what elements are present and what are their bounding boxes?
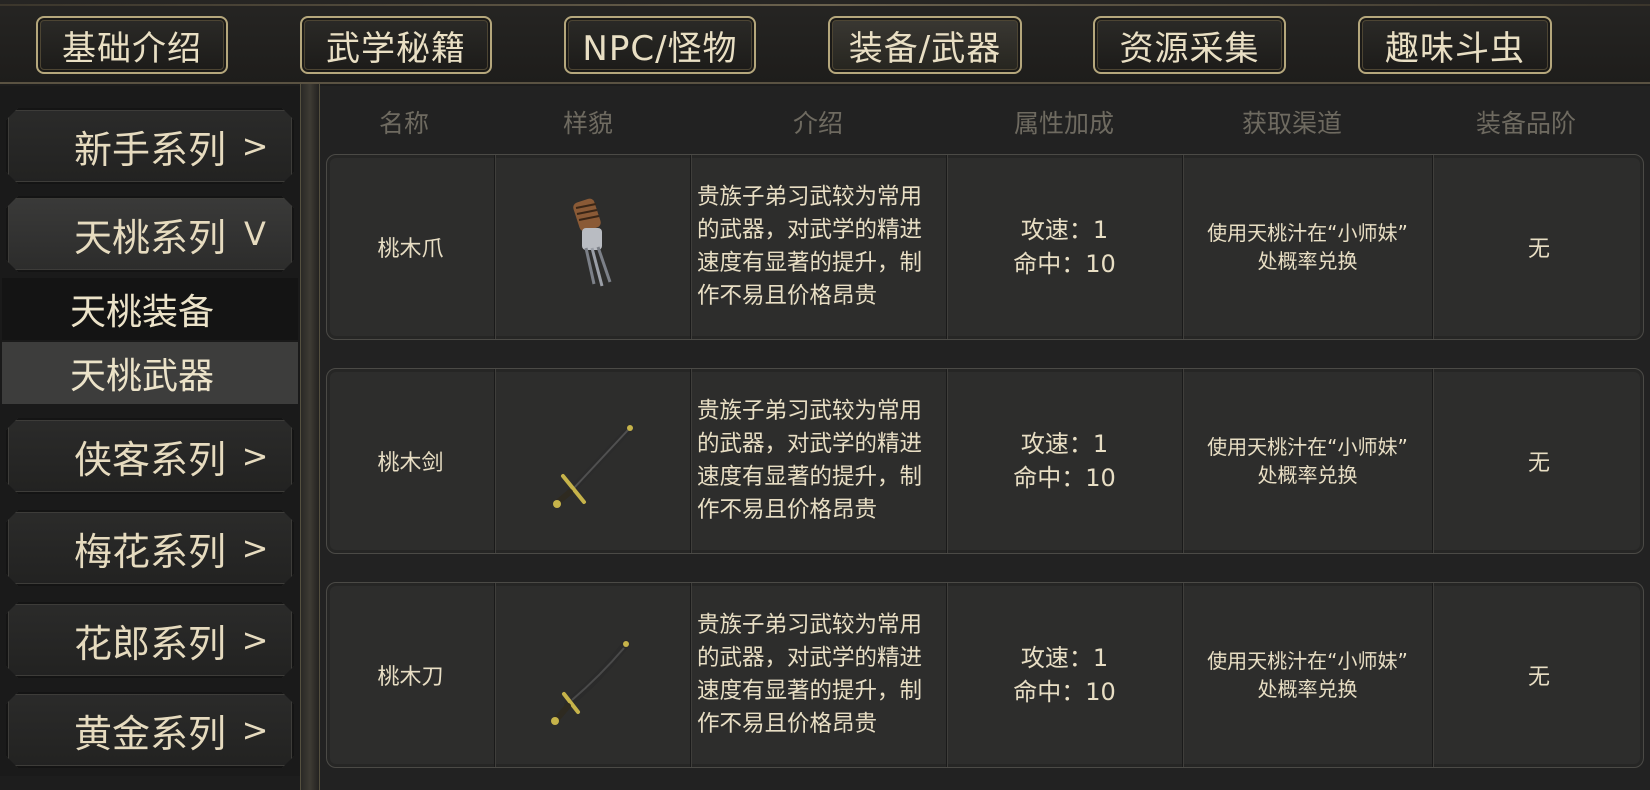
equipment-table: 名称 样貌 介绍 属性加成 获取渠道 装备品阶 桃木爪 贵族子弟习武较为常用 的… [320, 86, 1650, 790]
sidebar-item-label: 侠客系列 [73, 437, 226, 482]
table-row[interactable]: 桃木剑 贵族子弟习武较为常用 的武器，对武学的精进 速度有显著的提升，制 作不易… [326, 368, 1644, 554]
attr-speed: 攻速：1 [1020, 216, 1109, 244]
item-grade: 无 [1527, 237, 1550, 262]
chevron-right-icon: > [241, 437, 269, 475]
tab-bug-fighting[interactable]: 趣味斗虫 [1358, 16, 1552, 74]
header-source: 获取渠道 [1241, 109, 1342, 138]
sidebar-item-tiantao-series[interactable]: 天桃系列 V [6, 196, 294, 272]
description-line: 贵族子弟习武较为常用 [697, 184, 923, 210]
sidebar-item-label: 梅花系列 [73, 529, 226, 574]
item-description: 贵族子弟习武较为常用 的武器，对武学的精进 速度有显著的提升，制 作不易且价格昂… [691, 369, 948, 553]
description-line: 速度有显著的提升，制 [697, 250, 923, 276]
description-line: 速度有显著的提升，制 [697, 464, 923, 490]
item-description: 贵族子弟习武较为常用 的武器，对武学的精进 速度有显著的提升，制 作不易且价格昂… [691, 583, 948, 767]
header-appearance: 样貌 [562, 109, 613, 138]
item-source: 使用天桃汁在“小师妹” 处概率兑换 [1183, 155, 1434, 339]
item-attributes: 攻速：1 命中：10 [947, 369, 1184, 553]
sidebar-item-label: 新手系列 [73, 127, 226, 172]
chevron-right-icon: > [241, 529, 269, 567]
attr-hit: 命中：10 [1013, 250, 1116, 278]
item-source: 使用天桃汁在“小师妹” 处概率兑换 [1183, 583, 1434, 767]
category-sidebar: 新手系列 > 天桃系列 V 天桃装备 天桃武器 侠客系列 > 梅花系列 > 花郎… [0, 86, 302, 776]
header-grade: 装备品阶 [1475, 109, 1576, 138]
item-name: 桃木剑 [327, 369, 496, 553]
description-line: 的武器，对武学的精进 [697, 217, 923, 243]
item-grade: 无 [1527, 665, 1550, 690]
sidebar-item-meihua-series[interactable]: 梅花系列 > [6, 510, 294, 586]
description-line: 贵族子弟习武较为常用 [697, 398, 923, 424]
attr-hit: 命中：10 [1013, 678, 1116, 706]
sword-weapon-icon [552, 424, 633, 508]
item-appearance [495, 369, 692, 553]
table-row[interactable]: 桃木刀 贵族子弟习武较为常用 的武器，对武学的精进 速度有显著的提升，制 作不易… [326, 582, 1644, 768]
sidebar-item-label: 花郎系列 [73, 621, 226, 666]
sidebar-scroll-divider[interactable] [300, 84, 320, 790]
item-source: 使用天桃汁在“小师妹” 处概率兑换 [1183, 369, 1434, 553]
header-attributes: 属性加成 [1013, 109, 1114, 138]
item-attributes: 攻速：1 命中：10 [947, 583, 1184, 767]
table-row[interactable]: 桃木爪 贵族子弟习武较为常用 的武器，对武学的精进 速度有显著的提升，制 作不易… [326, 154, 1644, 340]
source-line: 使用天桃汁在“小师妹” [1207, 435, 1408, 459]
attr-hit: 命中：10 [1013, 464, 1116, 492]
sidebar-item-hualang-series[interactable]: 花郎系列 > [6, 602, 294, 678]
tab-resource-gathering[interactable]: 资源采集 [1093, 16, 1286, 74]
source-line: 使用天桃汁在“小师妹” [1207, 221, 1408, 245]
claw-weapon-icon [572, 198, 611, 287]
attr-speed: 攻速：1 [1020, 644, 1109, 672]
sidebar-item-label: 天桃系列 [73, 215, 226, 260]
sidebar-item-xiake-series[interactable]: 侠客系列 > [6, 418, 294, 494]
sidebar-subitem-tiantao-equipment[interactable]: 天桃装备 [2, 278, 298, 340]
item-appearance [495, 583, 692, 767]
description-line: 作不易且价格昂贵 [697, 711, 878, 737]
tab-npc-monsters[interactable]: NPC/怪物 [564, 16, 756, 74]
table-header: 名称 样貌 介绍 属性加成 获取渠道 装备品阶 [320, 86, 1650, 154]
sidebar-item-gold-series[interactable]: 黄金系列 > [6, 692, 294, 768]
chevron-right-icon: > [241, 621, 269, 659]
source-line: 处概率兑换 [1257, 677, 1358, 701]
item-name: 桃木刀 [327, 583, 496, 767]
tab-martial-arts[interactable]: 武学秘籍 [300, 16, 492, 74]
sidebar-item-novice-series[interactable]: 新手系列 > [6, 108, 294, 184]
description-line: 的武器，对武学的精进 [697, 645, 923, 671]
chevron-right-icon: > [241, 127, 269, 165]
tab-equipment-weapons[interactable]: 装备/武器 [828, 16, 1022, 74]
sidebar-subitem-tiantao-weapons[interactable]: 天桃武器 [2, 342, 298, 404]
item-grade: 无 [1527, 451, 1550, 476]
chevron-down-icon: V [244, 215, 266, 253]
source-line: 使用天桃汁在“小师妹” [1207, 649, 1408, 673]
item-appearance [495, 155, 692, 339]
item-attributes: 攻速：1 命中：10 [947, 155, 1184, 339]
header-name: 名称 [378, 109, 429, 138]
description-line: 的武器，对武学的精进 [697, 431, 923, 457]
top-tab-bar: 基础介绍 武学秘籍 NPC/怪物 装备/武器 资源采集 趣味斗虫 [0, 0, 1650, 84]
description-line: 贵族子弟习武较为常用 [697, 612, 923, 638]
source-line: 处概率兑换 [1257, 463, 1358, 487]
chevron-right-icon: > [241, 711, 269, 749]
tab-basic-intro[interactable]: 基础介绍 [36, 16, 228, 74]
header-description: 介绍 [792, 109, 843, 138]
sidebar-item-label: 黄金系列 [73, 711, 226, 756]
saber-weapon-icon [550, 640, 630, 725]
description-line: 速度有显著的提升，制 [697, 678, 923, 704]
item-name: 桃木爪 [327, 155, 496, 339]
source-line: 处概率兑换 [1257, 249, 1358, 273]
attr-speed: 攻速：1 [1020, 430, 1109, 458]
item-description: 贵族子弟习武较为常用 的武器，对武学的精进 速度有显著的提升，制 作不易且价格昂… [691, 155, 948, 339]
description-line: 作不易且价格昂贵 [697, 497, 878, 523]
description-line: 作不易且价格昂贵 [697, 283, 878, 309]
